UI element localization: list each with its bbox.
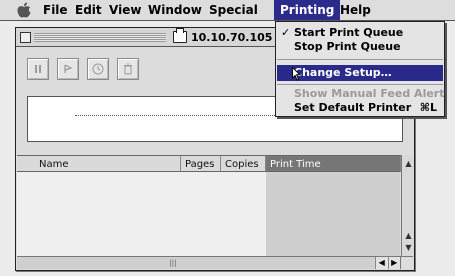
- set-print-time-button[interactable]: [87, 58, 109, 80]
- menu-item-shortcut: ⌘L: [419, 101, 437, 114]
- menu-item-start-print-queue[interactable]: ✓ Start Print Queue: [277, 26, 443, 40]
- close-box[interactable]: [20, 32, 31, 43]
- job-list: Name Pages Copies Print Time ▲ ▲ ▼: [17, 155, 414, 266]
- scroll-right-arrow-icon[interactable]: ▶: [387, 257, 400, 269]
- clock-icon: [92, 63, 104, 75]
- resume-button[interactable]: [57, 58, 79, 80]
- column-copies[interactable]: Copies: [221, 155, 266, 172]
- window-title-group: 10.10.70.105: [168, 28, 278, 45]
- print-time-column-shading: [266, 172, 400, 266]
- mouse-cursor-icon: [292, 66, 302, 85]
- scroll-up-arrow-icon[interactable]: ▲: [403, 230, 414, 241]
- play-flag-icon: [63, 64, 73, 74]
- column-print-time[interactable]: Print Time: [266, 155, 401, 172]
- menu-item-change-setup[interactable]: Change Setup…: [277, 65, 443, 81]
- scroll-left-arrow-icon[interactable]: ◀: [375, 257, 388, 269]
- menu-item-label: Set Default Printer: [294, 101, 412, 114]
- menu-window[interactable]: Window: [142, 0, 208, 20]
- delete-job-button[interactable]: [117, 58, 139, 80]
- apple-menu-icon[interactable]: [17, 2, 31, 22]
- menu-help[interactable]: Help: [334, 0, 377, 20]
- hold-button[interactable]: [27, 58, 49, 80]
- title-bar-stripes: [34, 33, 166, 42]
- scroll-up-top-icon[interactable]: ▲: [403, 158, 414, 169]
- trash-icon: [123, 63, 133, 75]
- menu-separator: [277, 84, 443, 85]
- printer-icon: [173, 28, 187, 43]
- menu-item-label: Start Print Queue: [294, 26, 404, 39]
- menu-bar: File Edit View Window Special Printing H…: [0, 0, 455, 21]
- menu-printing[interactable]: Printing: [274, 0, 341, 20]
- job-list-body[interactable]: [17, 172, 400, 266]
- menu-item-set-default-printer[interactable]: Set Default Printer ⌘L: [277, 101, 443, 115]
- menu-separator: [277, 59, 443, 60]
- horizontal-scroll-arrows: ◀ ▶: [375, 257, 400, 269]
- checkmark-icon: ✓: [281, 26, 291, 39]
- menu-item-label: Stop Print Queue: [294, 40, 401, 53]
- column-name[interactable]: Name: [17, 155, 181, 172]
- pause-icon: [33, 64, 43, 74]
- menu-item-show-manual-feed-alert: Show Manual Feed Alert: [277, 87, 445, 101]
- menu-edit[interactable]: Edit: [69, 0, 108, 20]
- menu-item-label: Show Manual Feed Alert: [294, 87, 445, 100]
- menu-special[interactable]: Special: [203, 0, 264, 20]
- vertical-scrollbar[interactable]: ▲ ▲ ▼: [401, 155, 414, 266]
- horizontal-scrollbar[interactable]: ||| ◀ ▶: [17, 256, 400, 269]
- window-title: 10.10.70.105: [191, 30, 273, 44]
- grow-box[interactable]: [400, 256, 413, 269]
- column-pages[interactable]: Pages: [181, 155, 221, 172]
- printing-menu-dropdown: ✓ Start Print Queue Stop Print Queue Cha…: [275, 21, 445, 117]
- menu-item-label: Change Setup…: [294, 66, 392, 79]
- menu-item-stop-print-queue[interactable]: Stop Print Queue: [277, 40, 443, 54]
- menu-view[interactable]: View: [103, 0, 147, 20]
- scroll-down-arrow-icon[interactable]: ▼: [403, 242, 414, 253]
- scroll-thumb-grip-icon[interactable]: |||: [167, 258, 179, 268]
